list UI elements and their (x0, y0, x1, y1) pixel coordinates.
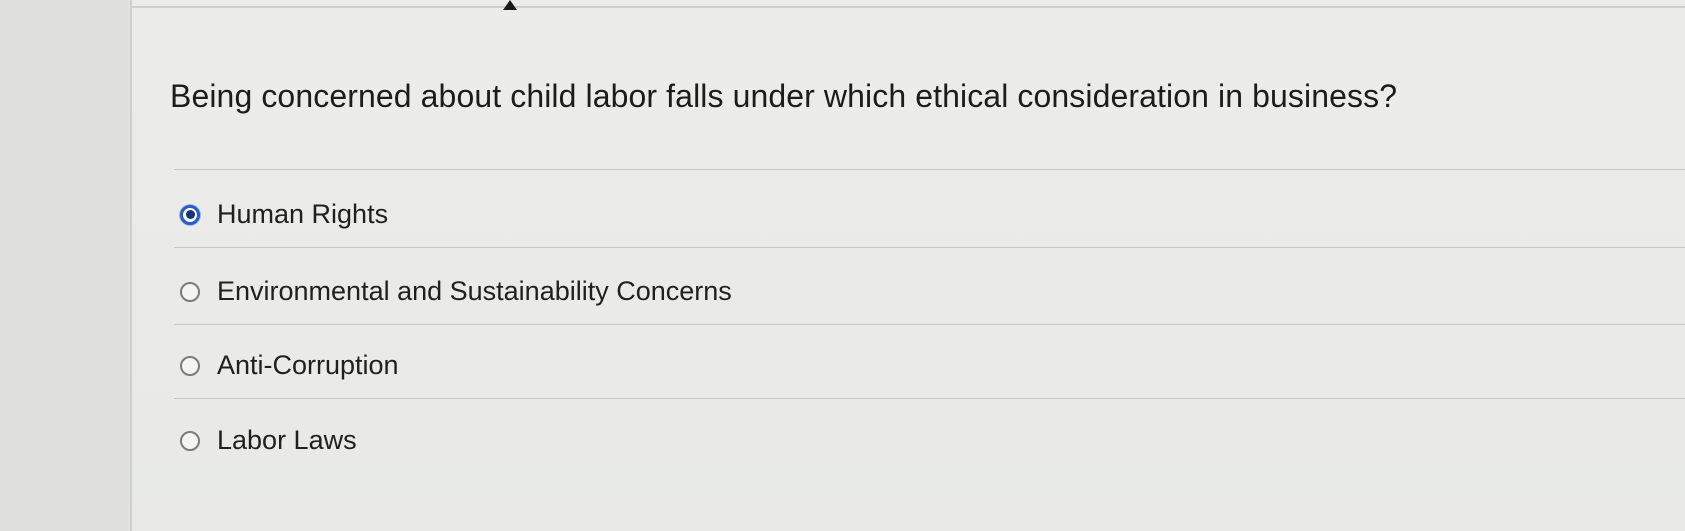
option-label: Human Rights (217, 199, 389, 229)
option-anti-corruption[interactable]: Anti-Corruption (180, 350, 399, 381)
panel-top-border (132, 6, 1685, 8)
divider (174, 324, 1685, 325)
divider (174, 247, 1685, 248)
mouse-cursor-icon (503, 0, 517, 10)
radio-button-selected[interactable] (180, 204, 200, 225)
option-label: Labor Laws (217, 425, 357, 455)
left-gutter (0, 0, 128, 531)
option-labor-laws[interactable]: Labor Laws (180, 425, 357, 456)
radio-button[interactable] (180, 430, 200, 451)
radio-button[interactable] (180, 355, 200, 376)
question-text: Being concerned about child labor falls … (170, 78, 1398, 114)
question-panel: Being concerned about child labor falls … (130, 0, 1685, 531)
radio-button[interactable] (180, 281, 200, 302)
option-label: Environmental and Sustainability Concern… (217, 276, 732, 306)
divider (174, 169, 1685, 170)
divider (174, 398, 1685, 399)
option-human-rights[interactable]: Human Rights (180, 199, 388, 230)
option-environmental-sustainability[interactable]: Environmental and Sustainability Concern… (180, 276, 732, 307)
option-label: Anti-Corruption (217, 350, 399, 380)
